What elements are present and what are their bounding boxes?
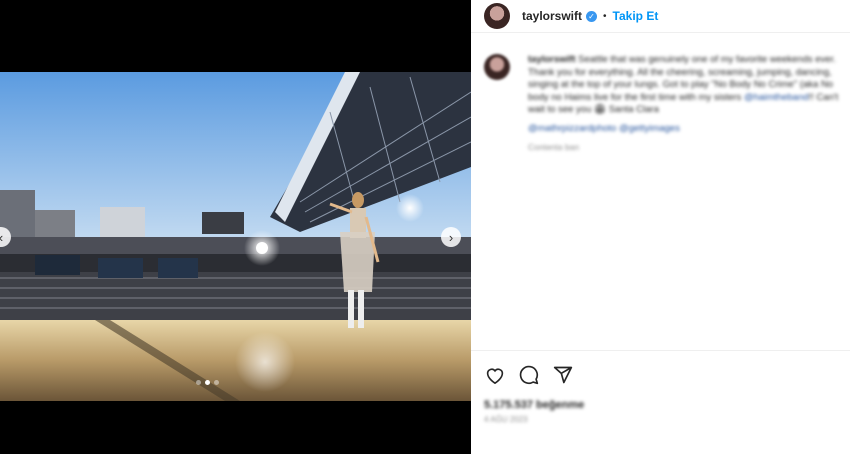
- separator-dot: •: [603, 10, 607, 22]
- post-date: 4 AĞU 2023: [484, 415, 528, 424]
- follow-button[interactable]: Takip Et: [613, 9, 659, 23]
- paper-plane-icon[interactable]: [552, 364, 574, 386]
- comment-icon[interactable]: [518, 364, 540, 386]
- post-side-panel: taylorswift ✓ • Takip Et taylorswift Sea…: [471, 0, 850, 454]
- carousel-dot: [196, 380, 201, 385]
- carousel-dots: [196, 380, 219, 385]
- carousel-dot: [214, 380, 219, 385]
- carousel-dot-active: [205, 380, 210, 385]
- post-header: taylorswift ✓ • Takip Et: [471, 0, 850, 33]
- like-count[interactable]: 5.175.537 beğenme: [484, 399, 584, 411]
- caption-username[interactable]: taylorswift: [528, 54, 576, 65]
- avatar[interactable]: [484, 3, 510, 29]
- concert-photo: [0, 72, 471, 401]
- heart-icon[interactable]: [484, 364, 506, 386]
- actions-bar: 5.175.537 beğenme 4 AĞU 2023: [471, 350, 850, 454]
- post-photo[interactable]: [0, 72, 471, 401]
- chevron-right-icon[interactable]: ›: [441, 227, 461, 247]
- caption-avatar[interactable]: [484, 54, 510, 80]
- caption-mention[interactable]: @haimtheband: [744, 92, 809, 103]
- caption: taylorswift Seattle that was genuinely o…: [484, 54, 844, 154]
- caption-body: taylorswift Seattle that was genuinely o…: [528, 54, 844, 154]
- media-panel: ‹ ›: [0, 0, 471, 454]
- verified-badge-icon: ✓: [586, 10, 598, 22]
- photo-credit[interactable]: @mathrpizzardphoto @gettyimages: [528, 123, 844, 136]
- photo-credit-sub: Contenta ban: [528, 142, 580, 152]
- username[interactable]: taylorswift: [522, 9, 582, 23]
